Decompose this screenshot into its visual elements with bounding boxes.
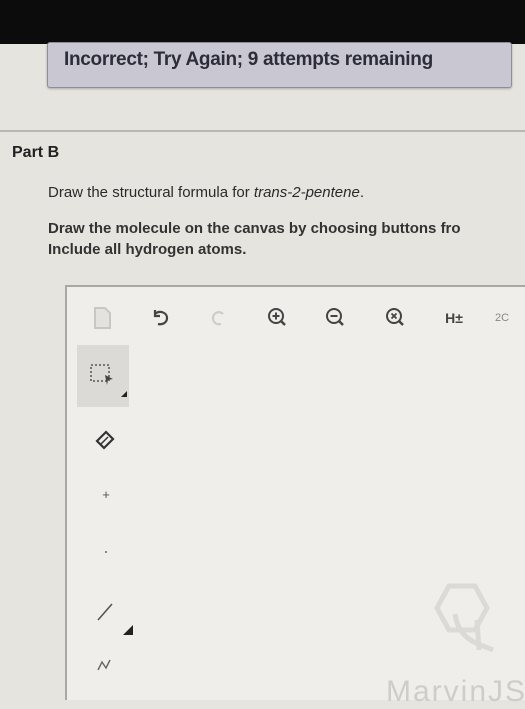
hydrogen-toggle-label: H± [445, 310, 463, 326]
section-divider [0, 130, 525, 132]
clean-2d-label: 2C [495, 312, 510, 324]
redo-icon [211, 311, 224, 326]
undo-icon [153, 310, 169, 326]
zoom-reset-icon [386, 308, 404, 326]
question-text: Draw the structural formula for trans-2-… [48, 184, 364, 201]
zoom-in-icon [268, 308, 286, 326]
rectangle-select-icon [90, 364, 127, 397]
question-prefix: Draw the structural formula for [48, 184, 254, 201]
eraser-icon [95, 430, 115, 450]
question-suffix: . [359, 184, 364, 201]
charge-minus-icon [105, 551, 107, 553]
molecule-editor: H± 2C + MarvinJS [65, 285, 525, 708]
clean-2d-button[interactable]: 2C [495, 303, 525, 333]
editor-toolbar: H± 2C [67, 287, 525, 345]
top-bar [0, 0, 525, 44]
instruction-line-1: Draw the molecule on the canvas by choos… [48, 220, 461, 237]
drawing-canvas[interactable]: MarvinJS [131, 345, 525, 708]
question-compound: trans-2-pentene [253, 184, 360, 201]
selection-tool-button[interactable] [77, 345, 129, 407]
feedback-message: Incorrect; Try Again; 9 attempts remaini… [64, 49, 433, 70]
marvin-watermark: MarvinJS [386, 675, 525, 708]
zoom-in-button[interactable] [263, 303, 293, 333]
hydrogen-toggle-button[interactable]: H± [439, 303, 469, 333]
zoom-reset-button[interactable] [381, 303, 411, 333]
single-bond-tool-button[interactable] [91, 595, 121, 625]
charge-plus-icon: + [102, 486, 110, 502]
chain-icon [97, 659, 111, 671]
chain-tool-button[interactable] [91, 647, 121, 677]
redo-button[interactable] [203, 303, 233, 333]
single-bond-icon [97, 603, 113, 621]
atom-charge-tool-button[interactable]: + [91, 479, 121, 509]
zoom-out-button[interactable] [321, 303, 351, 333]
marvin-logo-icon [434, 583, 495, 653]
eraser-tool-button[interactable] [91, 423, 121, 453]
left-toolbar: + [77, 345, 133, 702]
charge-minus-tool-button[interactable] [91, 537, 121, 567]
new-document-button[interactable] [87, 303, 117, 333]
part-title: Part B [12, 144, 60, 161]
undo-button[interactable] [145, 303, 175, 333]
new-document-icon [94, 307, 111, 329]
feedback-banner: Incorrect; Try Again; 9 attempts remaini… [47, 42, 512, 88]
zoom-out-icon [326, 308, 344, 326]
instruction-line-2: Include all hydrogen atoms. [48, 241, 247, 258]
